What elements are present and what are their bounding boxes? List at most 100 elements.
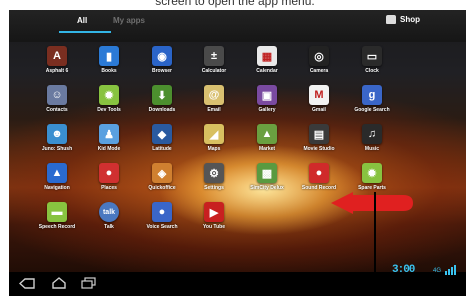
recent-apps-icon[interactable] bbox=[81, 277, 97, 289]
app-navigation[interactable]: ▲ Navigation bbox=[27, 163, 87, 191]
callout-line bbox=[374, 192, 376, 296]
app-movie-studio[interactable]: ▤ Movie Studio bbox=[289, 124, 349, 152]
app-maps[interactable]: ◢ Maps bbox=[184, 124, 244, 152]
app-quickoffice[interactable]: ◈ Quickoffice bbox=[132, 163, 192, 191]
downloads-icon: ⬇ bbox=[152, 85, 172, 105]
app-label: SimCity Delux bbox=[250, 185, 284, 191]
app-camera[interactable]: ◎ Camera bbox=[289, 46, 349, 74]
asphalt-icon: A bbox=[47, 46, 67, 66]
callout-arrow-shape bbox=[331, 192, 413, 214]
app-label: Downloads bbox=[148, 107, 176, 113]
app-juno[interactable]: ☻ Juno: Shush bbox=[27, 124, 87, 152]
app-latitude[interactable]: ◆ Latitude bbox=[132, 124, 192, 152]
app-spare-parts[interactable]: ✹ Spare Parts bbox=[342, 163, 402, 191]
app-label: Email bbox=[207, 107, 221, 113]
status-clock[interactable]: 3:00 bbox=[392, 264, 415, 276]
shopping-bag-icon bbox=[386, 15, 396, 24]
app-label: Contacts bbox=[46, 107, 68, 113]
voice-search-icon: ● bbox=[152, 202, 172, 222]
places-icon: ● bbox=[99, 163, 119, 183]
app-contacts[interactable]: ☺ Contacts bbox=[27, 85, 87, 113]
app-label: Camera bbox=[309, 68, 329, 74]
sound-record-icon: ● bbox=[309, 163, 329, 183]
app-calculator[interactable]: ± Calculator bbox=[184, 46, 244, 74]
speech-record-icon: ▬ bbox=[47, 202, 67, 222]
gallery-icon: ▣ bbox=[257, 85, 277, 105]
app-music[interactable]: ♫ Music bbox=[342, 124, 402, 152]
app-label: Voice Search bbox=[146, 224, 178, 230]
movie-studio-icon: ▤ bbox=[309, 124, 329, 144]
juno-icon: ☻ bbox=[47, 124, 67, 144]
app-speech-record[interactable]: ▬ Speech Record bbox=[27, 202, 87, 230]
home-pointer-marker: ● bbox=[56, 286, 63, 297]
app-places[interactable]: ● Places bbox=[79, 163, 139, 191]
talk-icon: talk bbox=[99, 202, 119, 222]
app-dev-tools[interactable]: ✹ Dev Tools bbox=[79, 85, 139, 113]
app-email[interactable]: @ Email bbox=[184, 85, 244, 113]
app-label: Gallery bbox=[258, 107, 276, 113]
app-youtube[interactable]: ▶ You Tube bbox=[184, 202, 244, 230]
app-kid-mode[interactable]: ♟ Kid Mode bbox=[79, 124, 139, 152]
app-label: Settings bbox=[204, 185, 224, 191]
google-search-icon: g bbox=[362, 85, 382, 105]
app-label: Places bbox=[101, 185, 117, 191]
email-icon: @ bbox=[204, 85, 224, 105]
app-gallery[interactable]: ▣ Gallery bbox=[237, 85, 297, 113]
instruction-caption: screen to open the app menu. bbox=[155, 0, 315, 8]
app-asphalt[interactable]: A Asphalt 6 bbox=[27, 46, 87, 74]
app-label: Browser bbox=[151, 68, 172, 74]
navigation-icon: ▲ bbox=[47, 163, 67, 183]
app-label: Navigation bbox=[44, 185, 70, 191]
globe-icon: ◉ bbox=[152, 46, 172, 66]
app-market[interactable]: ▲ Market bbox=[237, 124, 297, 152]
app-label: Talk bbox=[104, 224, 114, 230]
shop-button[interactable]: Shop bbox=[386, 15, 420, 24]
dev-tools-icon: ✹ bbox=[99, 85, 119, 105]
spare-parts-icon: ✹ bbox=[362, 163, 382, 183]
app-google-search[interactable]: g Google Search bbox=[342, 85, 402, 113]
signal-icon bbox=[445, 265, 456, 275]
back-icon[interactable] bbox=[19, 278, 35, 289]
app-menu-screen: All My apps Shop A Asphalt 6 ▮ Books ◉ Browse… bbox=[9, 10, 466, 296]
app-label: Clock bbox=[365, 68, 379, 74]
app-label: Latitude bbox=[152, 146, 172, 152]
app-label: Sound Record bbox=[301, 185, 337, 191]
app-books[interactable]: ▮ Books bbox=[79, 46, 139, 74]
music-icon: ♫ bbox=[362, 124, 382, 144]
app-talk[interactable]: talk Talk bbox=[79, 202, 139, 230]
app-label: Dev Tools bbox=[97, 107, 121, 113]
shop-label: Shop bbox=[400, 15, 420, 24]
calendar-icon: ▦ bbox=[257, 46, 277, 66]
app-label: Google Search bbox=[354, 107, 390, 113]
app-label: Quickoffice bbox=[148, 185, 176, 191]
calculator-icon: ± bbox=[204, 46, 224, 66]
app-label: Kid Mode bbox=[97, 146, 121, 152]
app-label: Music bbox=[364, 146, 380, 152]
app-label: Spare Parts bbox=[358, 185, 386, 191]
app-settings[interactable]: ⚙ Settings bbox=[184, 163, 244, 191]
callout-arrow bbox=[331, 192, 413, 214]
app-sound-record[interactable]: ● Sound Record bbox=[289, 163, 349, 191]
clock-icon: ▭ bbox=[362, 46, 382, 66]
app-downloads[interactable]: ⬇ Downloads bbox=[132, 85, 192, 113]
kid-mode-icon: ♟ bbox=[99, 124, 119, 144]
tab-my-apps[interactable]: My apps bbox=[113, 16, 145, 25]
app-clock[interactable]: ▭ Clock bbox=[342, 46, 402, 74]
market-icon: ▲ bbox=[257, 124, 277, 144]
books-icon: ▮ bbox=[99, 46, 119, 66]
app-calendar[interactable]: ▦ Calendar bbox=[237, 46, 297, 74]
app-label: Gmail bbox=[312, 107, 326, 113]
maps-icon: ◢ bbox=[204, 124, 224, 144]
app-simcity[interactable]: ▩ SimCity Delux bbox=[237, 163, 297, 191]
camera-icon: ◎ bbox=[309, 46, 329, 66]
app-label: Juno: Shush bbox=[41, 146, 73, 152]
app-label: Speech Record bbox=[38, 224, 76, 230]
app-voice-search[interactable]: ● Voice Search bbox=[132, 202, 192, 230]
latitude-icon: ◆ bbox=[152, 124, 172, 144]
app-label: Maps bbox=[207, 146, 221, 152]
quickoffice-icon: ◈ bbox=[152, 163, 172, 183]
app-gmail[interactable]: M Gmail bbox=[289, 85, 349, 113]
tab-all[interactable]: All bbox=[77, 16, 87, 25]
app-globe[interactable]: ◉ Browser bbox=[132, 46, 192, 74]
simcity-icon: ▩ bbox=[257, 163, 277, 183]
